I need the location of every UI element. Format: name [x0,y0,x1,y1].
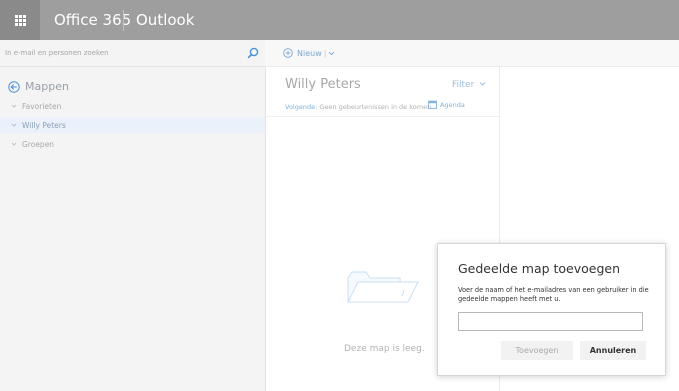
waffle-icon [15,15,18,18]
sidebar-item-willy-peters[interactable]: Willy Peters [0,117,265,133]
back-arrow-icon[interactable] [8,80,20,93]
empty-folder-icon [347,271,419,303]
upcoming-events: Volgende: Geen gebeurtenissen in de kome… [285,103,431,111]
header-divider [123,10,124,31]
folders-heading[interactable]: Mappen [8,80,69,93]
waffle-dot [23,19,26,22]
waffle-dot [15,19,18,22]
search-input[interactable] [0,40,245,66]
shared-folder-user-input[interactable] [458,312,643,331]
agenda-link[interactable]: Agenda [428,100,465,109]
empty-folder-message: Deze map is leeg. [344,344,425,354]
filter-label: Filter [452,80,475,90]
chevron-down-icon[interactable] [11,141,17,147]
dialog-title: Gedeelde map toevoegen [458,261,621,276]
sidebar-item-label: Favorieten [22,101,62,111]
search-bar [0,40,265,67]
upcoming-label: Volgende: [285,103,318,111]
chevron-down-icon[interactable] [11,103,17,109]
waffle-dot [23,23,26,26]
add-button[interactable]: Toevoegen [501,341,573,360]
waffle-dot [19,19,22,22]
chevron-down-icon [479,82,486,86]
filter-button[interactable]: Filter [452,80,486,90]
chevron-down-icon[interactable] [11,122,17,128]
chevron-down-icon[interactable] [328,50,335,57]
plus-circle-icon [283,48,293,58]
folder-title: Willy Peters [285,77,361,92]
new-button-label: Nieuw [297,48,322,58]
command-bar: Nieuw | [265,40,679,67]
app-launcher-button[interactable] [0,0,40,40]
calendar-icon [428,100,437,109]
waffle-dot [19,15,22,18]
agenda-label: Agenda [440,100,465,109]
app-name[interactable]: Outlook [136,11,194,29]
folder-pane: Mappen Favorieten Willy Peters Groepen [0,67,266,391]
upcoming-text: Geen gebeurtenissen in de komen [319,103,432,111]
search-icon[interactable] [247,47,259,59]
folders-title: Mappen [25,80,69,93]
sidebar-item-groups[interactable]: Groepen [0,136,265,152]
office-365-brand[interactable]: Office 365 [54,11,131,29]
suite-header: Office 365 Outlook [0,0,679,40]
waffle-dot [23,15,26,18]
new-button-separator: | [323,48,327,58]
sidebar-item-label: Groepen [22,139,55,149]
add-shared-folder-dialog: Gedeelde map toevoegen Voer de naam of h… [437,243,666,376]
new-button[interactable]: Nieuw | [283,46,335,60]
cancel-button[interactable]: Annuleren [580,341,646,360]
sidebar-item-label: Willy Peters [22,120,66,130]
dialog-description: Voer de naam of het e-mailadres van een … [458,286,649,303]
sidebar-item-favorites[interactable]: Favorieten [0,98,265,114]
list-divider [266,116,499,117]
waffle-dot [19,23,22,26]
waffle-dot [15,23,18,26]
